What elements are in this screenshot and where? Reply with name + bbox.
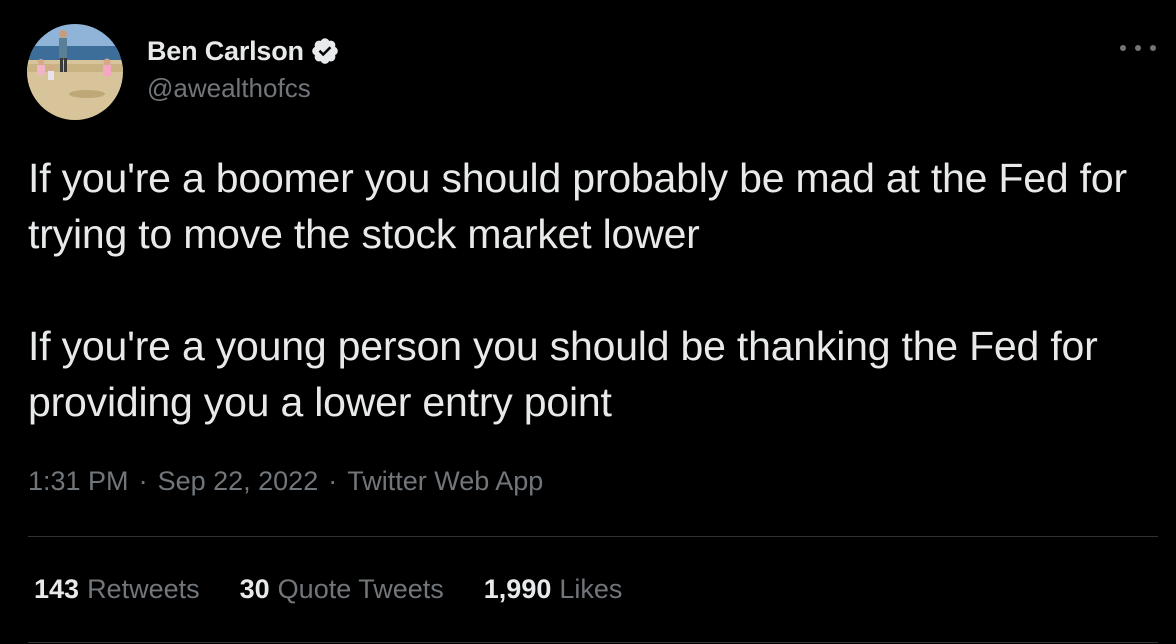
tweet-meta: 1:31 PM · Sep 22, 2022 · Twitter Web App bbox=[28, 466, 543, 497]
likes-label: Likes bbox=[559, 574, 623, 604]
tweet-time[interactable]: 1:31 PM bbox=[28, 466, 129, 497]
tweet-stats: 143 Retweets 30 Quote Tweets 1,990 Likes bbox=[34, 574, 662, 605]
meta-separator: · bbox=[328, 466, 338, 496]
author-info: Ben Carlson @awealthofcs bbox=[147, 33, 340, 104]
likes-count: 1,990 bbox=[483, 574, 552, 604]
more-dot bbox=[1135, 45, 1141, 51]
more-options-icon[interactable] bbox=[1120, 36, 1156, 60]
name-row: Ben Carlson bbox=[147, 33, 340, 69]
retweets-count: 143 bbox=[34, 574, 80, 604]
avatar[interactable] bbox=[27, 24, 123, 120]
tweet-date[interactable]: Sep 22, 2022 bbox=[158, 466, 319, 497]
meta-separator: · bbox=[138, 466, 148, 496]
tweet-text: If you're a boomer you should probably b… bbox=[28, 150, 1148, 430]
avatar-photo-icon bbox=[27, 24, 123, 120]
user-handle[interactable]: @awealthofcs bbox=[147, 73, 340, 104]
tweet-card: Ben Carlson @awealthofcs If you're a boo… bbox=[0, 0, 1176, 644]
verified-badge-icon bbox=[310, 36, 340, 66]
more-dot bbox=[1150, 45, 1156, 51]
retweets-label: Retweets bbox=[87, 574, 200, 604]
quote-tweets-stat[interactable]: 30 Quote Tweets bbox=[240, 574, 444, 605]
divider bbox=[28, 642, 1158, 643]
likes-stat[interactable]: 1,990 Likes bbox=[484, 574, 623, 605]
tweet-paragraph: If you're a young person you should be t… bbox=[28, 323, 1098, 425]
divider bbox=[28, 536, 1158, 537]
tweet-source[interactable]: Twitter Web App bbox=[347, 466, 543, 497]
quote-tweets-count: 30 bbox=[239, 574, 270, 604]
display-name[interactable]: Ben Carlson bbox=[147, 36, 304, 67]
retweets-stat[interactable]: 143 Retweets bbox=[34, 574, 200, 605]
more-dot bbox=[1120, 45, 1126, 51]
tweet-paragraph: If you're a boomer you should probably b… bbox=[28, 155, 1127, 257]
quote-tweets-label: Quote Tweets bbox=[277, 574, 444, 604]
